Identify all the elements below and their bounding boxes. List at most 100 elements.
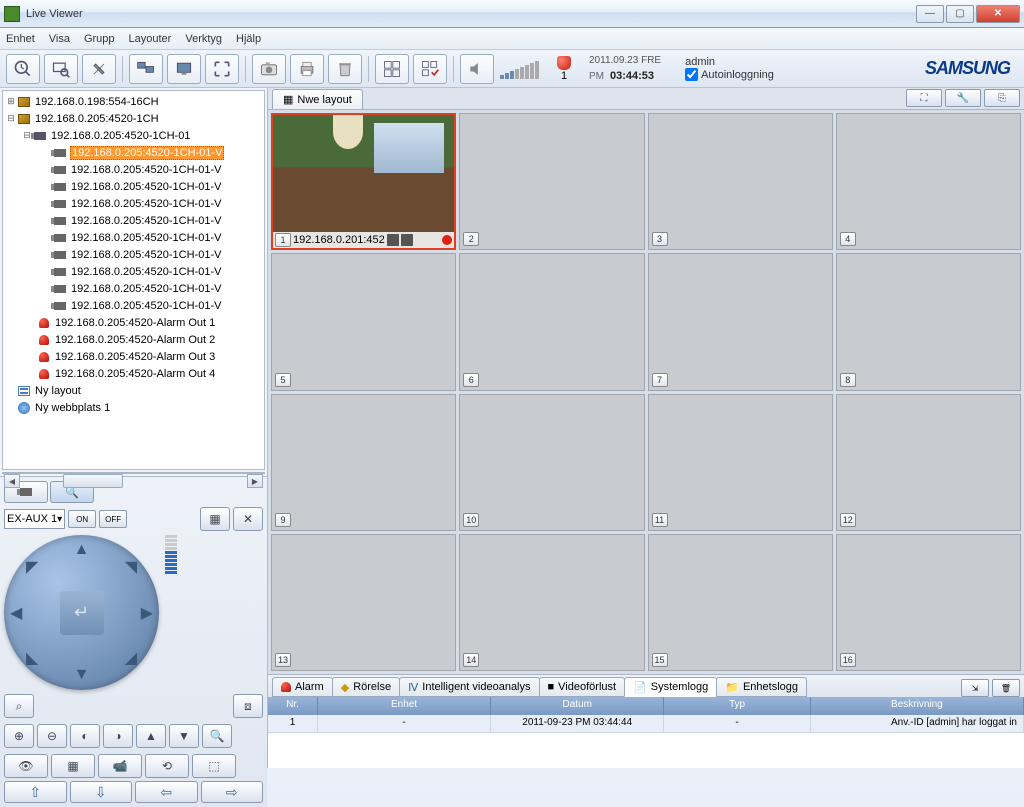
preset2-button[interactable]: ▦ <box>51 754 95 778</box>
grid-cell-16[interactable]: 16 <box>836 534 1021 671</box>
preset1-button[interactable]: 👁 <box>4 754 48 778</box>
tree-node[interactable]: 192.168.0.205:4520-1CH-01-V <box>70 283 222 295</box>
device-tree[interactable]: ⊞192.168.0.198:554-16CH ⊟192.168.0.205:4… <box>2 90 265 470</box>
log-clear-button[interactable]: 🗑 <box>992 679 1020 697</box>
settings-button[interactable] <box>82 54 116 84</box>
tree-node[interactable]: 192.168.0.205:4520-1CH-01-V <box>70 266 222 278</box>
nav-down-button[interactable]: ⇩ <box>70 781 133 803</box>
zoom-fit-button[interactable]: ⌕ <box>4 694 34 718</box>
log-row[interactable]: 1 - 2011-09-23 PM 03:44:44 - Anv.-ID [ad… <box>268 715 1024 733</box>
tree-node[interactable]: 192.168.0.205:4520-1CH-01-V <box>70 198 222 210</box>
preset5-button[interactable]: ⬚ <box>192 754 236 778</box>
grid-cell-4[interactable]: 4 <box>836 113 1021 250</box>
speaker-icon[interactable] <box>401 234 413 246</box>
menu-enhet[interactable]: Enhet <box>6 33 35 45</box>
alarm-indicator[interactable]: 1 <box>557 56 571 82</box>
grid-cell-1[interactable]: 1 192.168.0.201:452 <box>271 113 456 250</box>
focus-far-button[interactable]: ▼ <box>169 724 199 748</box>
grid-cell-3[interactable]: 3 <box>648 113 833 250</box>
tree-alarm[interactable]: 192.168.0.205:4520-Alarm Out 4 <box>54 368 216 380</box>
aux-select[interactable]: EX-AUX 1 ▾ <box>4 509 65 529</box>
autologin-checkbox[interactable]: Autoinloggning <box>685 68 774 81</box>
nav-right-button[interactable]: ⇨ <box>201 781 264 803</box>
close-button[interactable]: ✕ <box>976 5 1020 23</box>
menu-layouter[interactable]: Layouter <box>129 33 172 45</box>
menu-verktyg[interactable]: Verktyg <box>185 33 222 45</box>
menu-grupp[interactable]: Grupp <box>84 33 115 45</box>
tree-alarm[interactable]: 192.168.0.205:4520-Alarm Out 2 <box>54 334 216 346</box>
layout-tab[interactable]: ▦ Nwe layout <box>272 89 363 109</box>
zoom-out-button[interactable]: ⊖ <box>37 724 67 748</box>
ptz-down-icon[interactable]: ▼ <box>74 666 90 684</box>
nav-left-button[interactable]: ⇦ <box>135 781 198 803</box>
grid-cell-10[interactable]: 10 <box>459 394 644 531</box>
log-tab-iva[interactable]: ⅣIntelligent videoanalys <box>399 677 539 697</box>
col-beskrivning[interactable]: Beskrivning <box>811 697 1024 715</box>
layout-config-button[interactable]: 🔧 <box>945 89 981 107</box>
tree-node[interactable]: 192.168.0.205:4520-1CH-01-V <box>70 249 222 261</box>
scroll-right-icon[interactable]: ▶ <box>247 474 263 488</box>
volume-level[interactable] <box>500 59 539 79</box>
iris-open-button[interactable]: ◐ <box>70 724 100 748</box>
tree-alarm[interactable]: 192.168.0.205:4520-Alarm Out 1 <box>54 317 216 329</box>
tree-node[interactable]: 192.168.0.198:554-16CH <box>34 96 160 108</box>
log-tab-devicelog[interactable]: 📁Enhetslogg <box>716 677 807 697</box>
grid-cell-7[interactable]: 7 <box>648 253 833 390</box>
zoom-in-button[interactable]: ⊕ <box>4 724 34 748</box>
volume-button[interactable] <box>460 54 494 84</box>
print-button[interactable] <box>290 54 324 84</box>
minimize-button[interactable]: — <box>916 5 944 23</box>
grid-check-button[interactable] <box>413 54 447 84</box>
tree-node[interactable]: 192.168.0.205:4520-1CH <box>34 113 160 125</box>
tree-layout[interactable]: Ny layout <box>34 385 82 397</box>
preset4-button[interactable]: ⟲ <box>145 754 189 778</box>
log-tab-videoloss[interactable]: ■Videoförlust <box>539 677 626 697</box>
snapshot-button[interactable] <box>252 54 286 84</box>
aux-on-button[interactable]: ON <box>68 510 96 528</box>
ptz-upleft-icon[interactable]: ◤ <box>26 557 38 577</box>
menu-visa[interactable]: Visa <box>49 33 70 45</box>
log-export-button[interactable]: ⇲ <box>961 679 989 697</box>
ptz-left-icon[interactable]: ◀ <box>10 603 22 623</box>
tree-node-selected[interactable]: 192.168.0.205:4520-1CH-01-V <box>70 146 224 160</box>
ptz-home-button[interactable]: ↵ <box>60 591 104 635</box>
monitors-button[interactable] <box>129 54 163 84</box>
area-zoom-button[interactable]: ⧈ <box>233 694 263 718</box>
ptz-speed-level[interactable] <box>165 535 177 574</box>
grid-cell-14[interactable]: 14 <box>459 534 644 671</box>
grid-layout-button[interactable] <box>375 54 409 84</box>
col-datum[interactable]: Datum <box>491 697 664 715</box>
scroll-left-icon[interactable]: ◀ <box>4 474 20 488</box>
grid-cell-9[interactable]: 9 <box>271 394 456 531</box>
mic-icon[interactable] <box>387 234 399 246</box>
log-tab-motion[interactable]: ◆Rörelse <box>332 677 400 697</box>
ptz-upright-icon[interactable]: ◥ <box>125 557 137 577</box>
tree-node[interactable]: 192.168.0.205:4520-1CH-01-V <box>70 215 222 227</box>
find-button[interactable] <box>44 54 78 84</box>
tree-node[interactable]: 192.168.0.205:4520-1CH-01-V <box>70 300 222 312</box>
ptz-select-button[interactable]: ▦ <box>200 507 230 531</box>
ptz-downright-icon[interactable]: ◢ <box>125 648 137 668</box>
log-tab-systemlog[interactable]: 📄Systemlogg <box>624 677 717 697</box>
grid-cell-15[interactable]: 15 <box>648 534 833 671</box>
grid-cell-2[interactable]: 2 <box>459 113 644 250</box>
single-monitor-button[interactable] <box>167 54 201 84</box>
scroll-thumb[interactable] <box>63 474 123 488</box>
trash-button[interactable] <box>328 54 362 84</box>
layout-fullscreen-button[interactable]: ⛶ <box>906 89 942 107</box>
ptz-right-icon[interactable]: ▶ <box>141 603 153 623</box>
tree-hscrollbar[interactable]: ◀ ▶ <box>2 472 265 474</box>
col-typ[interactable]: Typ <box>664 697 810 715</box>
preset3-button[interactable]: 📹 <box>98 754 142 778</box>
iris-close-button[interactable]: ◑ <box>103 724 133 748</box>
grid-cell-5[interactable]: 5 <box>271 253 456 390</box>
tree-node[interactable]: 192.168.0.205:4520-1CH-01-V <box>70 232 222 244</box>
tree-alarm[interactable]: 192.168.0.205:4520-Alarm Out 3 <box>54 351 216 363</box>
grid-cell-6[interactable]: 6 <box>459 253 644 390</box>
grid-cell-11[interactable]: 11 <box>648 394 833 531</box>
ptz-search-button[interactable]: 🔍 <box>202 724 232 748</box>
grid-cell-13[interactable]: 13 <box>271 534 456 671</box>
grid-cell-12[interactable]: 12 <box>836 394 1021 531</box>
col-nr[interactable]: Nr. <box>268 697 318 715</box>
grid-cell-8[interactable]: 8 <box>836 253 1021 390</box>
